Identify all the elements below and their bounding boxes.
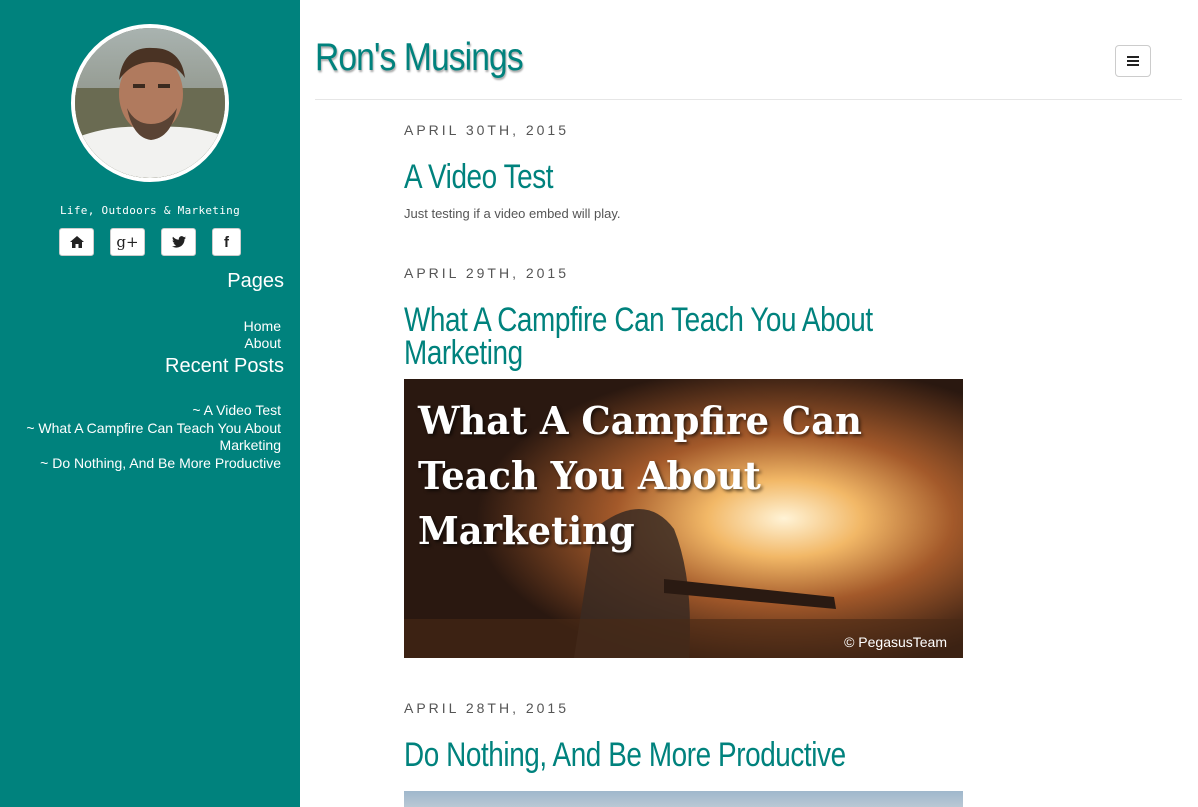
twitter-icon: [171, 236, 186, 248]
facebook-button[interactable]: f: [212, 228, 241, 256]
header-divider: [315, 99, 1182, 100]
post-excerpt: Just testing if a video embed will play.: [404, 206, 621, 221]
recent-post-link[interactable]: ~ What A Campfire Can Teach You About Ma…: [11, 420, 281, 455]
recent-posts-list: ~ A Video Test ~ What A Campfire Can Tea…: [11, 402, 281, 472]
post-date: APRIL 29TH, 2015: [404, 265, 569, 281]
avatar: [71, 24, 229, 182]
post-date: APRIL 28TH, 2015: [404, 700, 569, 716]
pages-heading: Pages: [227, 270, 284, 292]
hamburger-icon: [1127, 56, 1139, 66]
post-featured-image[interactable]: [404, 791, 963, 807]
post-date: APRIL 30TH, 2015: [404, 122, 569, 138]
home-icon: [69, 236, 84, 248]
post-title[interactable]: Do Nothing, And Be More Productive: [404, 738, 863, 772]
sidebar: Life, Outdoors & Marketing g+ f Pages Ho…: [0, 0, 300, 807]
site-title[interactable]: Ron's Musings: [315, 36, 524, 80]
image-overlay-text: What A Campfire Can Teach You About Mark…: [418, 398, 862, 553]
google-plus-icon: g+: [116, 233, 139, 251]
post-title[interactable]: A Video Test: [404, 160, 863, 194]
post-featured-image[interactable]: What A Campfire Can Teach You About Mark…: [404, 379, 963, 658]
twitter-button[interactable]: [161, 228, 196, 256]
recent-posts-heading: Recent Posts: [165, 355, 284, 377]
facebook-icon: f: [224, 233, 229, 251]
post-title[interactable]: What A Campfire Can Teach You About Mark…: [404, 303, 888, 370]
recent-post-link[interactable]: ~ Do Nothing, And Be More Productive: [11, 455, 281, 473]
image-credit: © PegasusTeam: [844, 634, 947, 650]
sidebar-link-about[interactable]: About: [244, 335, 281, 352]
home-button[interactable]: [59, 228, 94, 256]
sidebar-link-home[interactable]: Home: [244, 318, 281, 335]
pages-list: Home About: [244, 318, 281, 352]
menu-button[interactable]: [1115, 45, 1151, 77]
tagline: Life, Outdoors & Marketing: [60, 204, 240, 217]
google-plus-button[interactable]: g+: [110, 228, 145, 256]
recent-post-link[interactable]: ~ A Video Test: [11, 402, 281, 420]
